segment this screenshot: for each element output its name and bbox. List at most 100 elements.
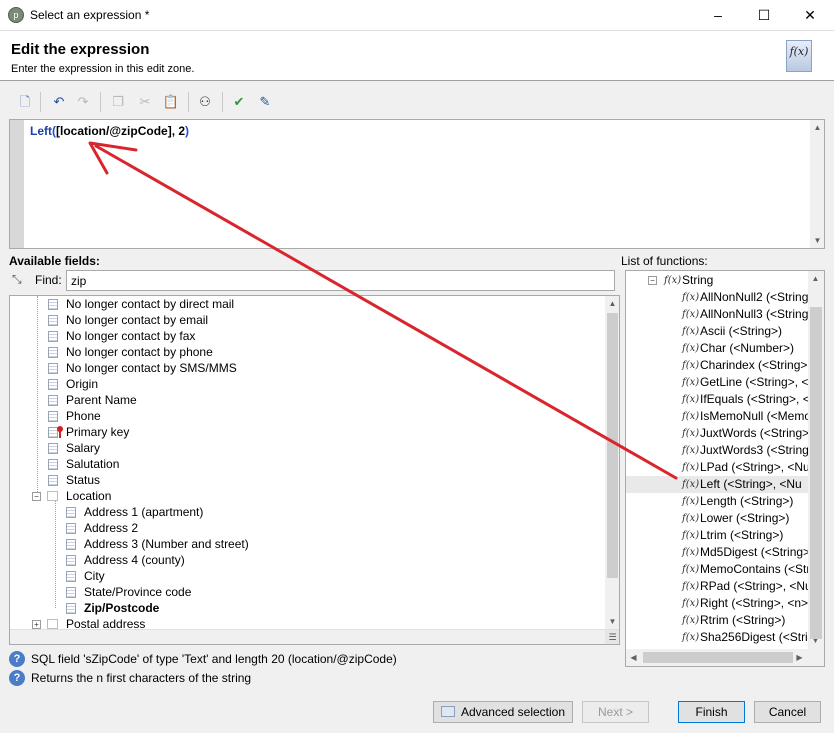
- expression-close-paren: ): [185, 124, 190, 138]
- tree-item-label: No longer contact by fax: [66, 329, 196, 343]
- function-icon: f(x): [682, 343, 700, 354]
- field-icon: [48, 379, 58, 390]
- selection-icon: [440, 706, 455, 717]
- function-label: Left (<String>, <Nu: [700, 477, 802, 491]
- scroll-thumb[interactable]: [810, 307, 822, 639]
- function-icon: f(x): [682, 479, 700, 490]
- tree-guide-line: [37, 296, 38, 496]
- function-icon: f(x): [682, 462, 700, 473]
- maximize-button[interactable]: ☐: [741, 0, 787, 31]
- tree-item-label: No longer contact by direct mail: [66, 297, 235, 311]
- scroll-thumb[interactable]: [643, 652, 793, 663]
- field-icon: [48, 475, 58, 486]
- field-icon: [66, 555, 76, 566]
- function-group-label: String: [682, 273, 714, 287]
- close-button[interactable]: ✕: [787, 0, 833, 31]
- function-group-string[interactable]: − f(x) String: [626, 272, 808, 289]
- function-item[interactable]: f(x) Char (<Number>): [626, 340, 808, 357]
- scroll-up-icon[interactable]: ▲: [808, 271, 823, 286]
- function-item[interactable]: f(x) AllNonNull3 (<String>: [626, 306, 815, 323]
- window-title: Select an expression *: [30, 8, 150, 22]
- find-label: Find:: [35, 273, 62, 287]
- scroll-up-icon[interactable]: ▲: [605, 296, 619, 311]
- list-view-icon[interactable]: ☰: [605, 630, 619, 644]
- tree-item-label: Location: [66, 489, 112, 503]
- tree-item-label: No longer contact by phone: [66, 345, 213, 359]
- function-item[interactable]: f(x) Sha256Digest (<String>: [626, 629, 824, 646]
- tree-item-label: City: [84, 569, 105, 583]
- cut-icon[interactable]: ✂: [135, 92, 155, 112]
- collapse-icon[interactable]: −: [648, 276, 657, 285]
- edit-icon[interactable]: ✎: [255, 92, 275, 112]
- paste-icon[interactable]: 📋: [161, 92, 181, 112]
- function-label: AllNonNull3 (<String>: [700, 307, 816, 321]
- function-item[interactable]: f(x) Lower (<String>): [626, 510, 808, 527]
- function-item[interactable]: f(x) RPad (<String>, <Nu: [626, 578, 812, 595]
- tree-item-label: Address 2: [84, 521, 139, 535]
- find-icon[interactable]: ⚇: [195, 92, 215, 112]
- expression-text[interactable]: Left([location/@zipCode], 2): [30, 124, 189, 138]
- expression-editor[interactable]: Left([location/@zipCode], 2) ▲ ▼: [9, 119, 825, 249]
- scroll-up-icon[interactable]: ▲: [810, 120, 825, 135]
- scroll-down-icon[interactable]: ▼: [605, 614, 619, 629]
- redo-icon[interactable]: ↷: [73, 92, 93, 112]
- function-item[interactable]: f(x) Ltrim (<String>): [626, 527, 808, 544]
- next-button[interactable]: Next >: [582, 701, 649, 723]
- function-label: JuxtWords3 (<String>: [700, 443, 816, 457]
- function-icon: f(x): [682, 377, 700, 388]
- collapse-icon[interactable]: −: [32, 492, 41, 501]
- function-label: Rtrim (<String>): [700, 613, 786, 627]
- function-item[interactable]: f(x) Rtrim (<String>): [626, 612, 808, 629]
- function-item[interactable]: f(x) JuxtWords3 (<String>: [626, 442, 816, 459]
- function-item[interactable]: f(x) Charindex (<String>: [626, 357, 808, 374]
- function-item[interactable]: f(x) Ascii (<String>): [626, 323, 808, 340]
- function-label: JuxtWords (<String>: [700, 426, 810, 440]
- cancel-button[interactable]: Cancel: [754, 701, 821, 723]
- field-icon: [48, 459, 58, 470]
- function-item[interactable]: f(x) Md5Digest (<String>: [626, 544, 810, 561]
- scroll-thumb[interactable]: [607, 313, 618, 578]
- toolbar-separator: [40, 92, 41, 112]
- validate-icon[interactable]: ✔: [229, 92, 249, 112]
- function-item[interactable]: f(x) AllNonNull2 (<String>: [626, 289, 815, 306]
- function-item[interactable]: f(x) GetLine (<String>, <: [626, 374, 808, 391]
- scroll-down-icon[interactable]: ▼: [810, 233, 825, 248]
- help-icon: ?: [9, 670, 25, 686]
- find-input[interactable]: [66, 270, 615, 291]
- editor-scrollbar[interactable]: ▲ ▼: [810, 120, 824, 248]
- function-item[interactable]: f(x) Right (<String>, <n>: [626, 595, 808, 612]
- tree-item-label: Status: [66, 473, 101, 487]
- function-item[interactable]: f(x) LPad (<String>, <Nu: [626, 459, 810, 476]
- expression-field: [location/@zipCode]: [56, 124, 172, 138]
- advanced-selection-button[interactable]: Advanced selection: [433, 701, 573, 723]
- function-item[interactable]: f(x) JuxtWords (<String>: [626, 425, 810, 442]
- minimize-button[interactable]: –: [695, 0, 741, 31]
- field-info-text: SQL field 'sZipCode' of type 'Text' and …: [31, 652, 397, 666]
- function-icon: f(x): [682, 598, 700, 609]
- folder-icon: [47, 491, 58, 501]
- tree-item-label: Salary: [66, 441, 101, 455]
- undo-icon[interactable]: ↶: [49, 92, 69, 112]
- function-icon: f(x): [682, 496, 700, 507]
- function-icon: f(x): [682, 445, 700, 456]
- functions-tree[interactable]: − f(x) String f(x) AllNonNull2 (<String> f(…: [625, 270, 825, 667]
- function-item[interactable]: f(x) Length (<String>): [626, 493, 808, 510]
- expression-args: , 2: [171, 124, 186, 138]
- field-icon: [48, 443, 58, 454]
- function-label: Charindex (<String>: [700, 358, 808, 372]
- function-icon: f(x): [682, 360, 700, 371]
- copy-icon[interactable]: ❐: [108, 92, 128, 112]
- function-item-selected[interactable]: f(x) Left (<String>, <Nu: [626, 476, 808, 493]
- function-item[interactable]: f(x) IfEquals (<String>, <: [626, 391, 810, 408]
- function-item[interactable]: f(x) MemoContains (<String>: [626, 561, 824, 578]
- adobe-campaign-icon: p: [8, 7, 24, 23]
- finish-button[interactable]: Finish: [678, 701, 745, 723]
- tree-item-label: Address 3 (Number and street): [84, 537, 249, 551]
- fields-tree[interactable]: No longer contact by direct mail No long…: [9, 295, 620, 645]
- scroll-right-icon[interactable]: ▶: [792, 650, 807, 665]
- expand-icon[interactable]: +: [32, 620, 41, 629]
- scroll-left-icon[interactable]: ◀: [626, 650, 641, 665]
- function-item[interactable]: f(x) IsMemoNull (<Memo>: [626, 408, 818, 425]
- fields-horizontal-scrollbar[interactable]: [10, 629, 619, 644]
- new-icon[interactable]: 🗋: [15, 92, 35, 112]
